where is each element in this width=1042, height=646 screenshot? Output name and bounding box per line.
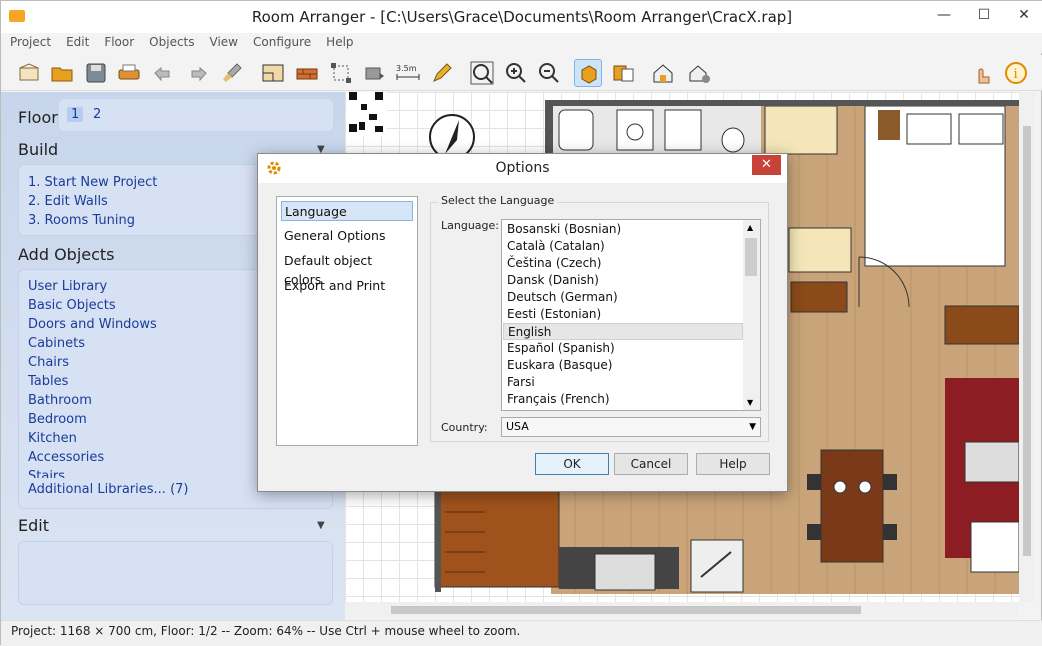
select-area-icon[interactable] — [327, 59, 355, 87]
menu-view[interactable]: View — [201, 33, 244, 49]
menu-floor[interactable]: Floor — [95, 33, 140, 49]
language-option[interactable]: Dansk (Danish) — [503, 272, 743, 289]
language-option[interactable]: Français (French) — [503, 391, 743, 408]
language-option[interactable]: Deutsch (German) — [503, 289, 743, 306]
menu-bar: Project Edit Floor Objects View Configure Help — [1, 33, 1042, 53]
chevron-down-icon: ▼ — [749, 422, 756, 432]
ok-button[interactable]: OK — [535, 453, 609, 475]
scroll-down-icon[interactable]: ▼ — [747, 398, 753, 407]
edit-title[interactable]: Edit — [18, 516, 49, 535]
add-objects-title[interactable]: Add Objects — [18, 245, 115, 264]
toolbar: 3.5m i — [1, 55, 1042, 91]
options-dialog: Options ✕ Language General Options Defau… — [257, 153, 788, 492]
room-icon[interactable] — [259, 59, 287, 87]
floor-2-tab[interactable]: 2 — [93, 107, 101, 122]
language-option-selected[interactable]: English — [503, 323, 743, 340]
save-icon[interactable] — [82, 59, 110, 87]
language-option[interactable]: Euskara (Basque) — [503, 357, 743, 374]
language-option[interactable]: Español (Spanish) — [503, 340, 743, 357]
svg-text:3.5m: 3.5m — [396, 64, 417, 73]
status-text: Project: 1168 × 700 cm, Floor: 1/2 -- Zo… — [11, 624, 521, 638]
measure-icon[interactable]: 3.5m — [394, 59, 422, 87]
floor-label: Floor — [18, 108, 58, 127]
language-list-scrollbar[interactable]: ▲ ▼ — [743, 220, 760, 410]
edit-panel — [18, 541, 333, 605]
wall-icon[interactable] — [293, 59, 321, 87]
close-icon[interactable]: ✕ — [1009, 7, 1039, 23]
open-icon[interactable] — [48, 59, 76, 87]
brush-icon[interactable] — [218, 59, 246, 87]
dialog-title-bar: Options ✕ — [258, 154, 787, 183]
help-button[interactable]: Help — [696, 453, 770, 475]
edit-collapse-icon[interactable]: ▼ — [317, 520, 325, 531]
country-label: Country: — [441, 421, 488, 434]
redo-icon[interactable] — [184, 59, 212, 87]
svg-text:i: i — [1014, 67, 1018, 82]
language-option[interactable]: Català (Catalan) — [503, 238, 743, 255]
object-list-icon[interactable] — [609, 59, 637, 87]
category-default-object-colors[interactable]: Default object colors — [281, 251, 413, 287]
category-list: Language General Options Default object … — [276, 196, 418, 446]
vertical-scrollbar[interactable] — [1019, 92, 1035, 602]
app-window: Room Arranger - [C:\Users\Grace\Document… — [0, 0, 1042, 646]
zoom-fit-icon[interactable] — [468, 59, 496, 87]
language-option[interactable]: Čeština (Czech) — [503, 255, 743, 272]
3d-settings-icon[interactable] — [685, 59, 713, 87]
floor-selector: 1 2 — [59, 99, 333, 131]
scroll-thumb[interactable] — [745, 238, 757, 276]
language-label: Language: — [441, 219, 499, 232]
menu-configure[interactable]: Configure — [244, 33, 317, 49]
scroll-up-icon[interactable]: ▲ — [747, 223, 753, 232]
print-icon[interactable] — [115, 59, 143, 87]
language-option[interactable]: Farsi — [503, 374, 743, 391]
menu-help[interactable]: Help — [317, 33, 359, 49]
hand-icon[interactable] — [968, 59, 996, 87]
country-select[interactable]: USA ▼ — [501, 417, 761, 437]
new-project-icon[interactable] — [15, 59, 43, 87]
zoom-out-icon[interactable] — [535, 59, 563, 87]
group-title: Select the Language — [438, 194, 558, 207]
category-general-options[interactable]: General Options — [281, 226, 413, 246]
floor-1-tab[interactable]: 1 — [67, 107, 84, 122]
title-bar: Room Arranger - [C:\Users\Grace\Document… — [1, 1, 1042, 33]
menu-objects[interactable]: Objects — [140, 33, 200, 49]
view-2d-icon[interactable] — [574, 59, 602, 87]
country-value: USA — [506, 420, 529, 433]
horizontal-scrollbar[interactable] — [345, 602, 1019, 618]
language-option[interactable]: Bosanski (Bosnian) — [503, 221, 743, 238]
category-export-print[interactable]: Export and Print — [281, 276, 413, 296]
info-icon[interactable]: i — [1002, 59, 1030, 87]
minimize-icon[interactable]: — — [929, 7, 959, 23]
dialog-close-button[interactable]: ✕ — [752, 155, 781, 175]
dialog-title: Options — [495, 160, 550, 176]
language-listbox[interactable]: Bosanski (Bosnian) Català (Catalan) Češt… — [501, 219, 761, 411]
status-bar: Project: 1168 × 700 cm, Floor: 1/2 -- Zo… — [1, 620, 1042, 646]
view-3d-icon[interactable] — [649, 59, 677, 87]
build-title[interactable]: Build — [18, 140, 58, 159]
undo-icon[interactable] — [149, 59, 177, 87]
window-title: Room Arranger - [C:\Users\Grace\Document… — [251, 8, 793, 26]
cancel-button[interactable]: Cancel — [614, 453, 688, 475]
category-language[interactable]: Language — [281, 201, 413, 221]
menu-project[interactable]: Project — [1, 33, 57, 49]
move-object-icon[interactable] — [360, 59, 388, 87]
menu-edit[interactable]: Edit — [57, 33, 95, 49]
zoom-in-icon[interactable] — [502, 59, 530, 87]
draw-icon[interactable] — [428, 59, 456, 87]
language-option[interactable]: Eesti (Estonian) — [503, 306, 743, 323]
maximize-icon[interactable]: ☐ — [969, 7, 999, 23]
